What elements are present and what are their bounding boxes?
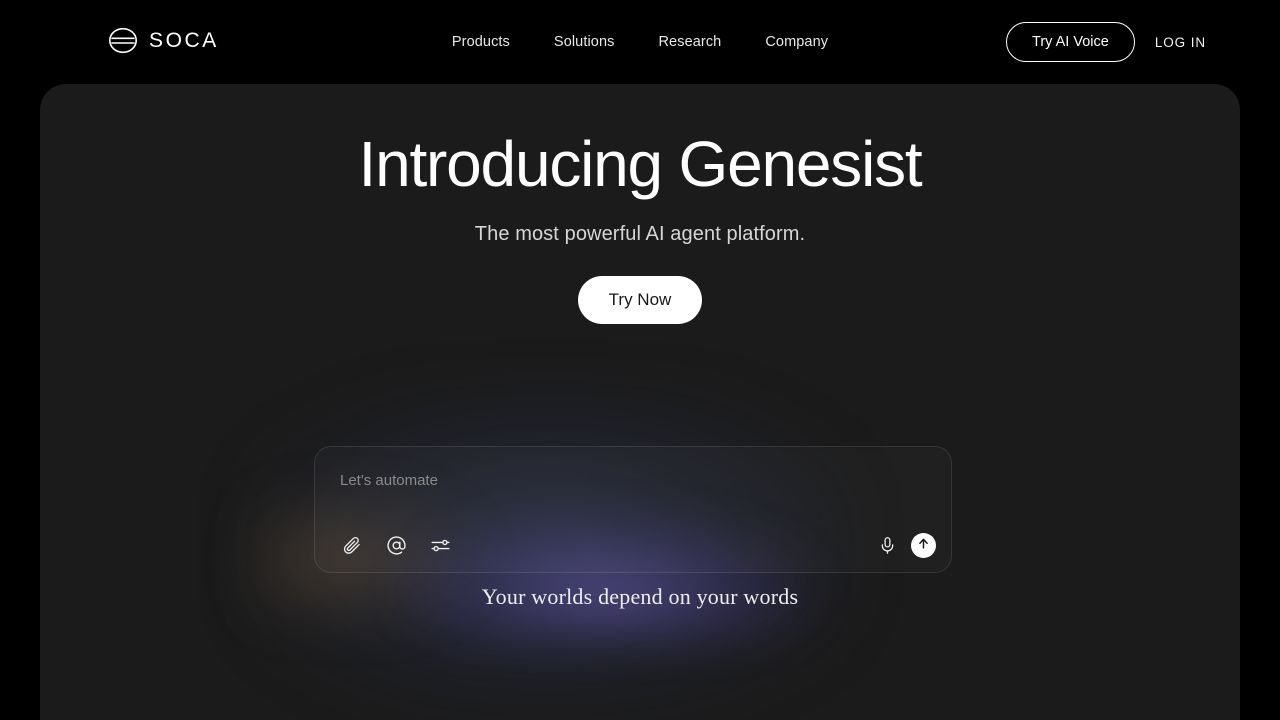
paperclip-icon (342, 535, 362, 555)
send-button[interactable] (911, 532, 936, 558)
landing-page: SOCA Products Solutions Research Company… (0, 0, 1280, 720)
nav-link-company[interactable]: Company (765, 34, 828, 50)
composer-right-tools (874, 532, 936, 558)
top-navigation-bar: SOCA Products Solutions Research Company… (0, 0, 1280, 84)
hero-section: Introducing Genesist The most powerful A… (40, 84, 1240, 325)
hero-subtitle: The most powerful AI agent platform. (474, 223, 806, 246)
tagline: Your worlds depend on your words (481, 584, 799, 609)
settings-tune-button[interactable] (427, 532, 453, 558)
try-now-button[interactable]: Try Now (577, 276, 703, 325)
composer-left-tools (339, 532, 453, 558)
attach-file-button[interactable] (339, 532, 365, 558)
prompt-input[interactable] (340, 472, 920, 489)
nav-actions: Try AI Voice LOG IN (1006, 0, 1206, 84)
sliders-tune-icon (430, 535, 451, 556)
page-title: Introducing Genesist (358, 128, 922, 200)
prompt-composer[interactable] (314, 446, 952, 573)
at-mention-icon (386, 535, 407, 556)
nav-link-products[interactable]: Products (452, 34, 510, 50)
microphone-icon (878, 536, 897, 555)
nav-link-solutions[interactable]: Solutions (554, 34, 615, 50)
hero-panel: Introducing Genesist The most powerful A… (40, 84, 1240, 720)
arrow-up-icon (916, 536, 931, 554)
mention-button[interactable] (383, 532, 409, 558)
hero-cta-container: Try Now (40, 276, 1240, 325)
voice-input-button[interactable] (874, 532, 900, 558)
nav-link-research[interactable]: Research (658, 34, 721, 50)
composer-toolbar (315, 518, 953, 572)
try-ai-voice-button[interactable]: Try AI Voice (1006, 22, 1135, 62)
log-in-button[interactable]: LOG IN (1155, 35, 1206, 50)
